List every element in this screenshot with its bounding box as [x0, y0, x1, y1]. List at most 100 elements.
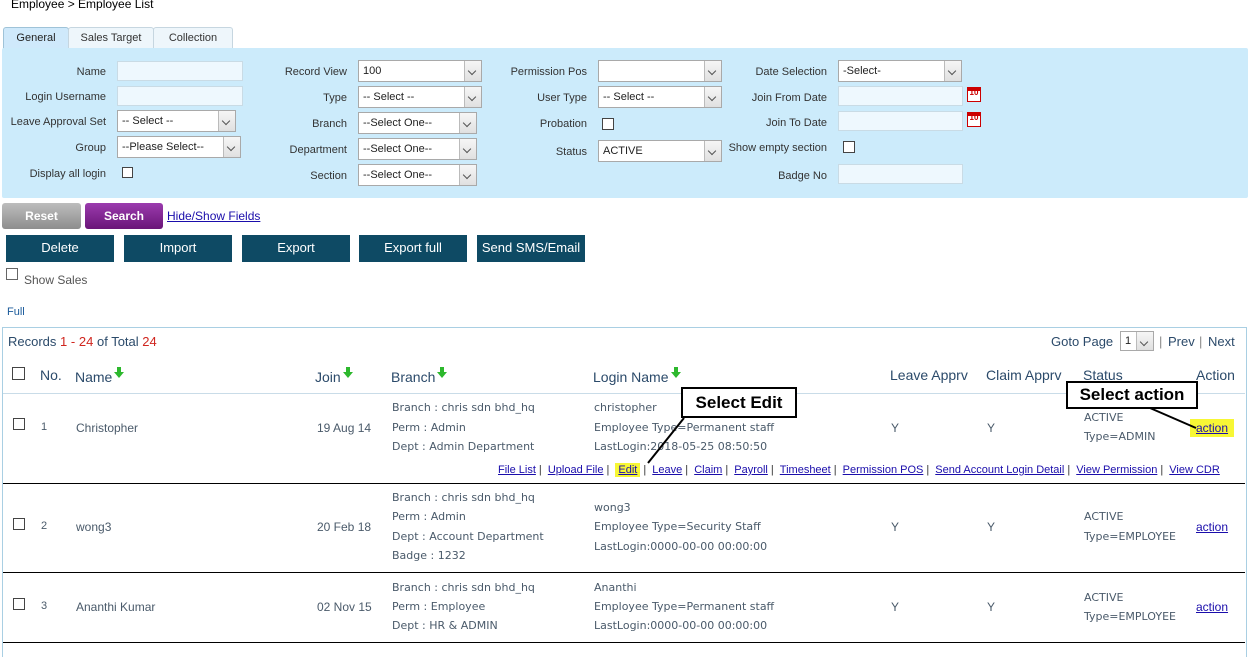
record-view-select[interactable]: 100 [358, 60, 482, 82]
row-join: 20 Feb 18 [317, 520, 372, 534]
upload-file-link[interactable]: Upload File [548, 464, 604, 476]
chevron-down-icon [464, 87, 481, 107]
show-sales-checkbox[interactable] [6, 268, 18, 280]
type-label: Type [323, 92, 347, 104]
group-select[interactable]: --Please Select-- [117, 136, 241, 158]
user-type-select[interactable]: -- Select -- [598, 86, 722, 108]
chevron-down-icon [459, 165, 476, 185]
row-checkbox[interactable] [13, 518, 25, 530]
chevron-down-icon [1136, 332, 1153, 350]
leave-link[interactable]: Leave [652, 464, 682, 476]
pager-separator: | [1199, 334, 1203, 349]
row-action-link[interactable]: action [1196, 520, 1228, 534]
probation-checkbox[interactable] [602, 118, 614, 130]
type-value: -- Select -- [363, 91, 415, 103]
name-input[interactable] [117, 61, 243, 81]
reset-button[interactable]: Reset [2, 203, 81, 229]
section-select[interactable]: --Select One-- [358, 164, 477, 186]
send-account-login-detail-link[interactable]: Send Account Login Detail [935, 464, 1064, 476]
page-select[interactable]: 1 [1120, 331, 1154, 351]
send-sms-email-button[interactable]: Send SMS/Email [477, 235, 585, 262]
tab-collection[interactable]: Collection [153, 27, 233, 49]
hide-show-fields-link[interactable]: Hide/Show Fields [167, 209, 260, 223]
edit-link[interactable]: Edit [615, 463, 641, 477]
display-all-login-label: Display all login [29, 168, 106, 180]
section-label: Section [310, 170, 347, 182]
login-username-input[interactable] [117, 86, 243, 106]
tab-sales-target[interactable]: Sales Target [68, 27, 154, 49]
export-full-button[interactable]: Export full [359, 235, 467, 262]
payroll-link[interactable]: Payroll [734, 464, 768, 476]
show-empty-section-checkbox[interactable] [843, 141, 855, 153]
row-perm: Perm : Admin [392, 421, 466, 434]
row-name: Christopher [76, 421, 139, 435]
select-all-checkbox[interactable] [12, 367, 25, 380]
sort-arrow-icon[interactable] [342, 367, 353, 378]
branch-select[interactable]: --Select One-- [358, 112, 477, 134]
chevron-down-icon [464, 61, 481, 81]
goto-page-label: Goto Page [1051, 334, 1114, 349]
row-action-link[interactable]: action [1196, 600, 1228, 614]
badge-no-input[interactable] [838, 164, 963, 184]
column-header-name[interactable]: Name [75, 367, 125, 385]
records-of-total: of Total [96, 334, 139, 349]
row-branch: Branch : chris sdn bhd_hq [392, 401, 535, 414]
row-divider [3, 642, 1245, 643]
row-status: ACTIVE [1084, 591, 1124, 604]
records-dash: - [70, 334, 76, 349]
records-total: 24 [142, 334, 157, 349]
status-label: Status [555, 146, 587, 158]
row-status: ACTIVE [1084, 411, 1124, 424]
view-permission-link[interactable]: View Permission [1076, 464, 1157, 476]
row-branch: Branch : chris sdn bhd_hq [392, 491, 535, 504]
chevron-down-icon [704, 61, 721, 81]
file-list-link[interactable]: File List [498, 464, 536, 476]
delete-button[interactable]: Delete [6, 235, 114, 262]
join-to-date-input[interactable] [838, 111, 963, 131]
row-join: 02 Nov 15 [317, 600, 372, 614]
permission-pos-select[interactable] [598, 60, 722, 82]
display-all-login-checkbox[interactable] [122, 167, 133, 178]
row-checkbox[interactable] [13, 598, 25, 610]
column-header-login-name[interactable]: Login Name [593, 367, 681, 385]
user-type-label: User Type [537, 92, 587, 104]
permission-pos-link[interactable]: Permission POS [843, 464, 924, 476]
full-link[interactable]: Full [7, 306, 25, 318]
sort-arrow-icon[interactable] [670, 367, 681, 378]
view-cdr-link[interactable]: View CDR [1169, 464, 1220, 476]
column-header-join[interactable]: Join [315, 367, 353, 385]
show-empty-section-label: Show empty section [728, 142, 827, 154]
date-selection-select[interactable]: -Select- [838, 60, 962, 82]
calendar-icon[interactable]: 10 [967, 87, 981, 102]
row-checkbox[interactable] [13, 418, 25, 430]
row-dept: Dept : Admin Department [392, 440, 535, 453]
next-link[interactable]: Next [1208, 334, 1235, 349]
join-from-date-input[interactable] [838, 86, 963, 106]
import-button[interactable]: Import [124, 235, 232, 262]
department-select[interactable]: --Select One-- [358, 138, 477, 160]
row-perm: Perm : Admin [392, 510, 466, 523]
claim-link[interactable]: Claim [694, 464, 722, 476]
type-select[interactable]: -- Select -- [358, 86, 482, 108]
leave-approval-set-select[interactable]: -- Select -- [117, 110, 236, 132]
timesheet-link[interactable]: Timesheet [780, 464, 831, 476]
row-login: Ananthi [594, 581, 637, 594]
row-claim-apprv: Y [987, 600, 996, 614]
status-value: ACTIVE [603, 145, 643, 157]
department-value: --Select One-- [363, 143, 433, 155]
column-header-branch[interactable]: Branch [391, 367, 448, 385]
row-action-link[interactable]: action [1190, 419, 1235, 437]
row-claim-apprv: Y [987, 520, 996, 534]
section-value: --Select One-- [363, 169, 433, 181]
prev-link[interactable]: Prev [1168, 334, 1195, 349]
header-divider [3, 393, 1245, 394]
row-login: wong3 [594, 501, 631, 514]
tab-general[interactable]: General [3, 27, 69, 49]
sort-arrow-icon[interactable] [437, 367, 448, 378]
search-button[interactable]: Search [85, 203, 163, 229]
row-no: 1 [41, 421, 48, 433]
column-header-branch-label: Branch [391, 369, 436, 385]
sort-arrow-icon[interactable] [114, 367, 125, 378]
export-button[interactable]: Export [242, 235, 350, 262]
calendar-icon[interactable]: 10 [967, 112, 981, 127]
